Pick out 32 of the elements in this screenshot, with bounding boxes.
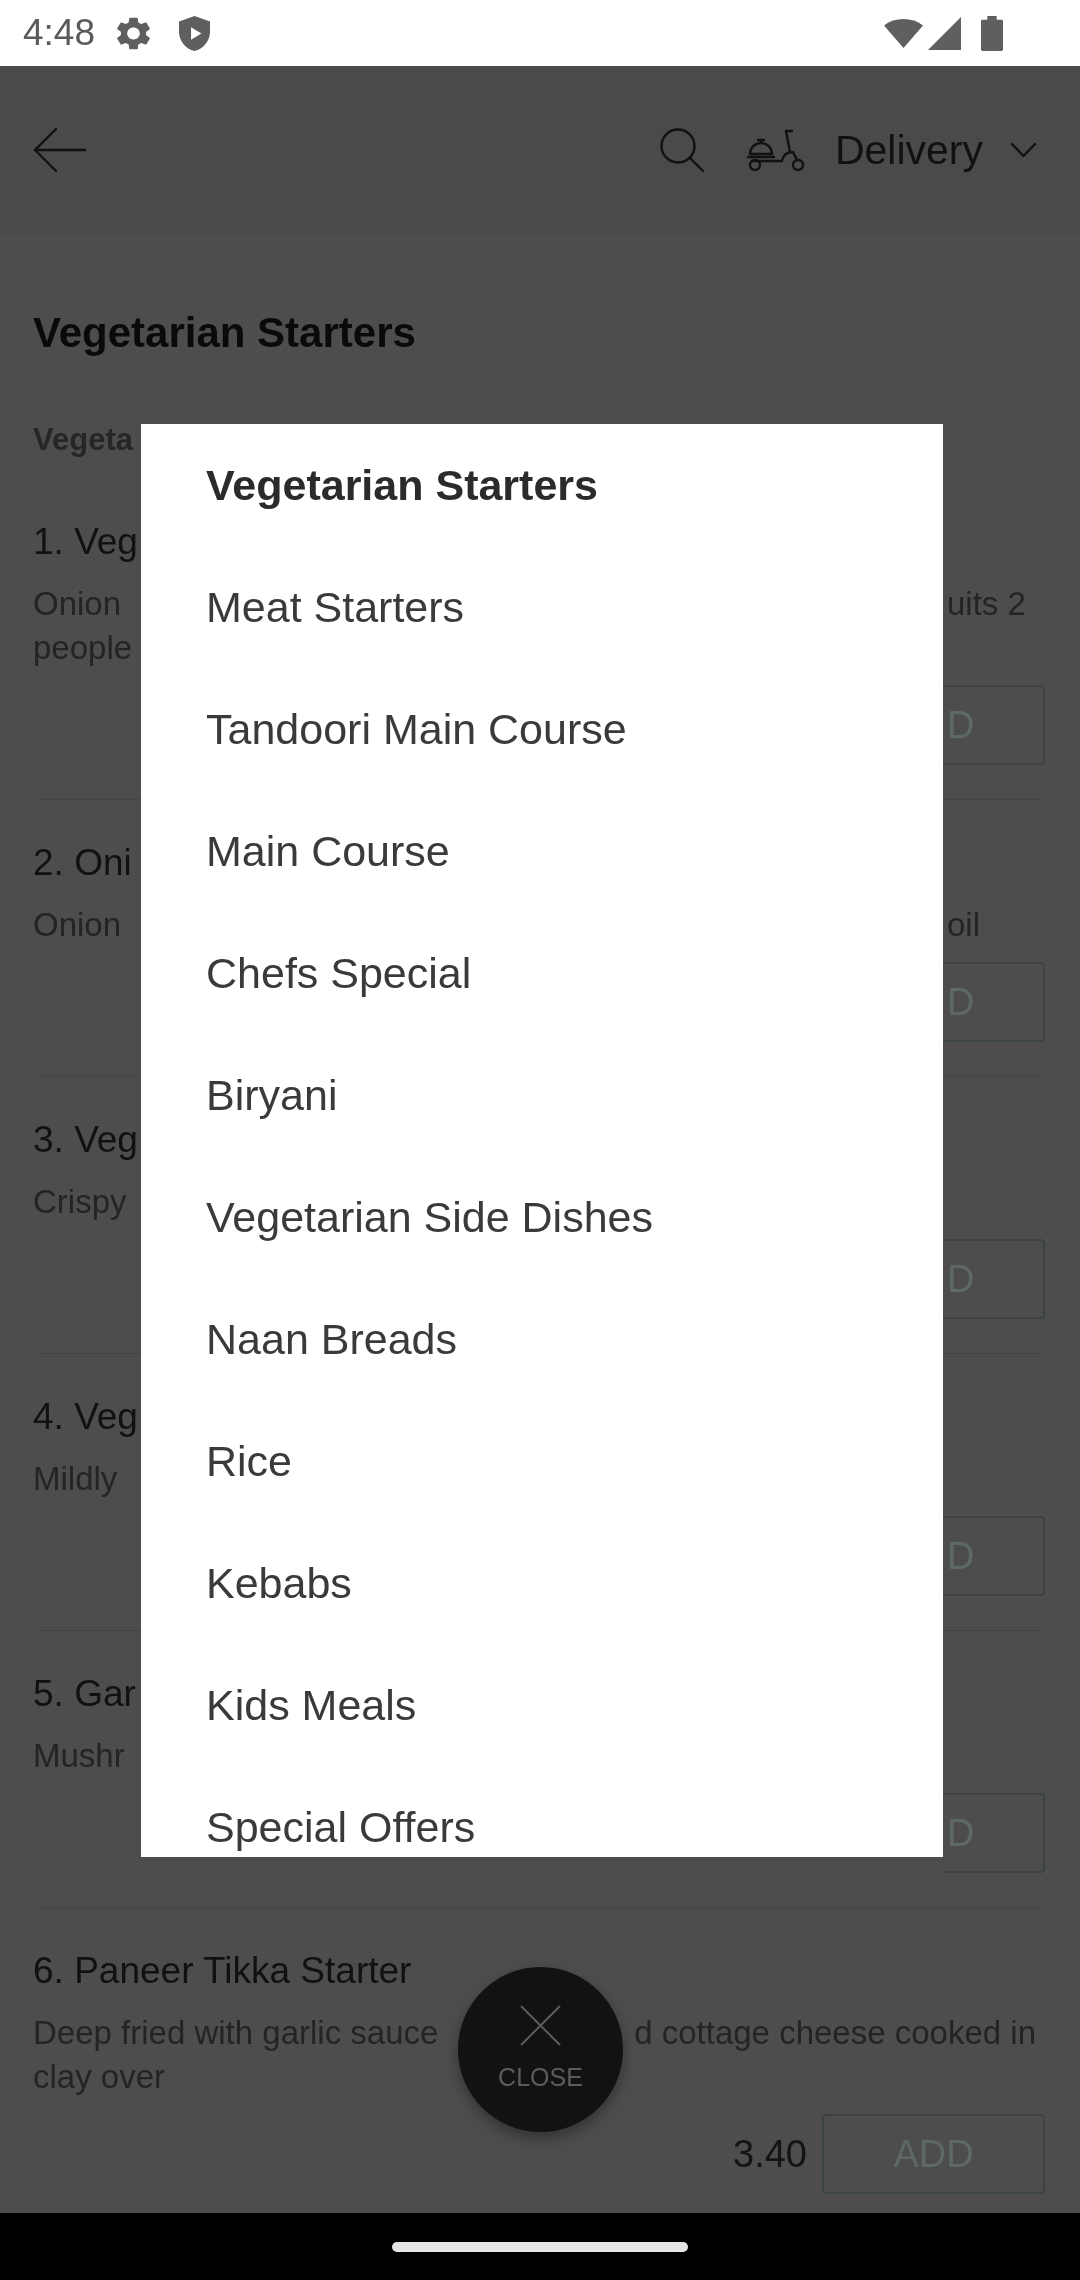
category-item[interactable]: Tandoori Main Course (206, 703, 627, 755)
category-item[interactable]: Chefs Special (206, 947, 472, 999)
menu-item-title: 5. Gar (33, 1672, 136, 1716)
menu-item-title: 2. Oni (33, 841, 132, 885)
category-item[interactable]: Main Course (206, 825, 450, 877)
category-item[interactable]: Kebabs (206, 1557, 352, 1609)
close-icon (520, 2005, 561, 2046)
category-item[interactable]: Kids Meals (206, 1679, 417, 1731)
category-item[interactable]: Naan Breads (206, 1313, 457, 1365)
category-item[interactable]: Biryani (206, 1069, 338, 1121)
menu-item-title: 6. Paneer Tikka Starter (33, 1949, 412, 1993)
category-item[interactable]: Meat Starters (206, 581, 465, 633)
item-price: 3.40 (733, 2132, 807, 2176)
menu-item-title: 4. Veg (33, 1395, 138, 1439)
search-icon[interactable] (659, 128, 704, 172)
shield-icon (179, 15, 210, 51)
gear-icon (117, 16, 150, 50)
category-item[interactable]: Vegetarian Side Dishes (206, 1191, 653, 1243)
battery-icon (981, 15, 1003, 51)
scooter-icon (745, 129, 806, 171)
menu-item-title: 1. Veg (33, 520, 138, 564)
category-item[interactable]: Rice (206, 1435, 293, 1487)
category-heading: Vegetarian Starters (33, 308, 416, 358)
category-item[interactable]: Vegetarian Starters (206, 459, 598, 511)
signal-icon (928, 16, 961, 50)
back-arrow-icon[interactable] (34, 128, 86, 172)
menu-item-title: 3. Veg (33, 1118, 138, 1162)
home-indicator[interactable] (392, 2241, 688, 2252)
chevron-down-icon (1011, 143, 1036, 157)
category-item[interactable]: Special Offers (206, 1801, 476, 1853)
clock-time: 4:48 (23, 12, 95, 54)
wifi-icon (884, 18, 923, 48)
